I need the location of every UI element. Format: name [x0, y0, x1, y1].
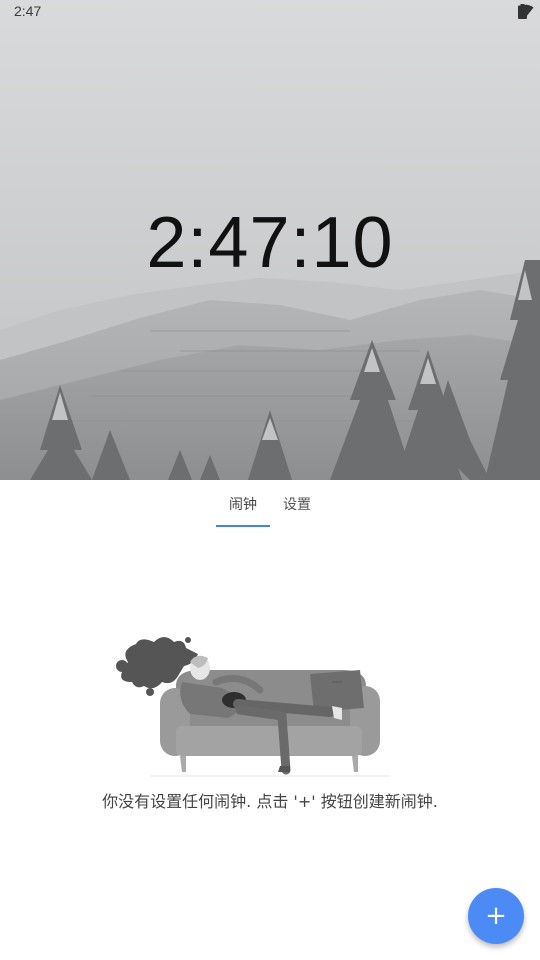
status-icons	[518, 4, 534, 20]
clock-display: 2:47:10	[146, 203, 394, 283]
plus-icon: +	[485, 901, 507, 931]
tab-indicator	[216, 525, 270, 527]
person-on-sofa-illustration	[116, 637, 390, 777]
tab-settings[interactable]: 设置	[272, 480, 322, 528]
tab-bar: 闹钟 设置	[0, 480, 540, 528]
empty-state-message: 你没有设置任何闹钟. 点击 '+' 按钮创建新闹钟.	[102, 792, 438, 811]
tab-alarm[interactable]: 闹钟	[216, 480, 270, 528]
add-alarm-button[interactable]: +	[468, 888, 524, 944]
header-background-image: 2:47 2:47:10	[0, 0, 540, 480]
alarm-app-screen: 2:47 2:47:10 闹钟 设置 你没有设置任何闹钟. 点击 '+' 按钮创…	[0, 0, 540, 960]
status-time: 2:47	[14, 3, 42, 19]
status-bar: 2:47	[0, 0, 540, 24]
